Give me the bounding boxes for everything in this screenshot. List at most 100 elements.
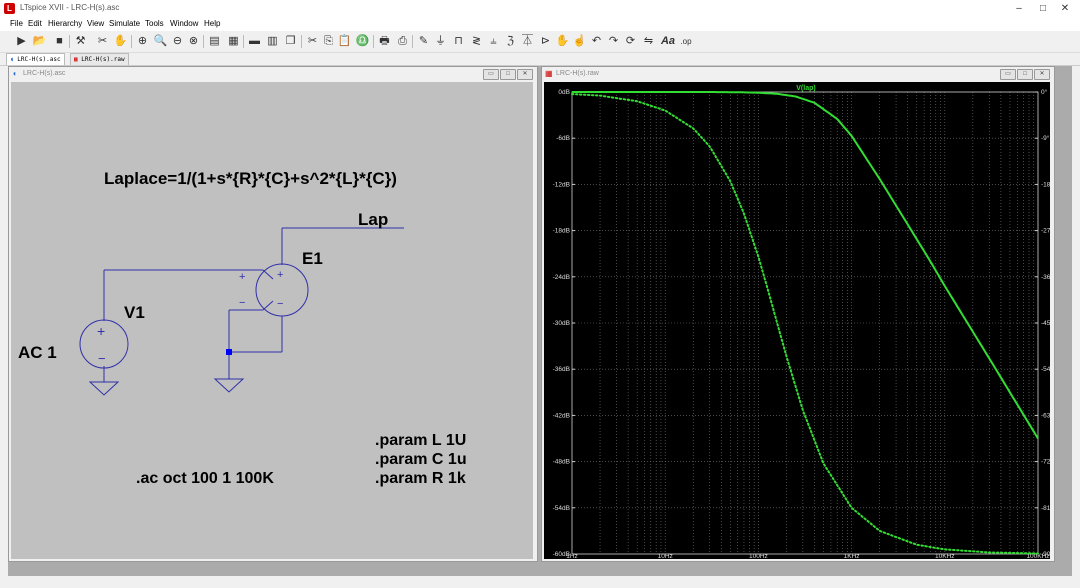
y2-tick-label: -81° bbox=[1041, 504, 1050, 512]
diode-icon[interactable]: ⏄ bbox=[520, 34, 535, 49]
open-icon[interactable]: 📂 bbox=[32, 34, 47, 49]
status-bar bbox=[0, 578, 1080, 588]
text-icon[interactable]: Aa bbox=[659, 34, 677, 49]
cascade-icon[interactable]: ❐ bbox=[283, 34, 298, 49]
schematic-window-titlebar: ◖ LRC-H(s).asc ▭ □ ✕ bbox=[9, 67, 537, 81]
cut-icon[interactable]: ✂ bbox=[305, 34, 320, 49]
laplace-expression[interactable]: Laplace=1/(1+s*{R}*{C}+s^2*{L}*{C}) bbox=[104, 169, 397, 188]
grid-icon[interactable]: ▦ bbox=[226, 34, 241, 49]
print-icon[interactable]: 🖶 bbox=[377, 34, 392, 49]
toolbar-separator bbox=[301, 35, 302, 48]
waveform-maximize-button[interactable]: □ bbox=[1017, 69, 1033, 80]
menu-view[interactable]: View bbox=[87, 19, 104, 28]
zoom-cancel-icon[interactable]: ⊗ bbox=[186, 34, 201, 49]
x-tick-label: 1Hz bbox=[566, 553, 578, 559]
menu-bar: File Edit Hierarchy View Simulate Tools … bbox=[0, 18, 1080, 31]
y-tick-label: -24dB bbox=[553, 274, 570, 281]
halt-icon[interactable]: ✂ bbox=[95, 34, 110, 49]
toolbar-separator bbox=[203, 35, 204, 48]
y-tick-label: -12dB bbox=[553, 181, 570, 188]
spice-directive-icon[interactable]: .op bbox=[678, 34, 694, 49]
menu-hierarchy[interactable]: Hierarchy bbox=[48, 19, 82, 28]
ground-symbol[interactable] bbox=[88, 381, 120, 396]
zoom-out-icon[interactable]: ⊖ bbox=[170, 34, 185, 49]
net-label-lap[interactable]: Lap bbox=[358, 210, 388, 229]
zoom-in-icon[interactable]: ⊕ bbox=[135, 34, 150, 49]
mdi-workspace: ◖ LRC-H(s).asc ▭ □ ✕ + − + − + − Laplace… bbox=[8, 66, 1072, 576]
minimize-button[interactable]: – bbox=[1006, 2, 1032, 16]
waveform-icon: ▦ bbox=[74, 56, 78, 63]
capacitor-icon[interactable]: ⫨ bbox=[486, 34, 501, 49]
inductor-icon[interactable]: ℨ bbox=[503, 34, 518, 49]
window-title: LTspice XVII - LRC-H(s).asc bbox=[20, 3, 120, 12]
menu-simulate[interactable]: Simulate bbox=[109, 19, 140, 28]
y-tick-label: -48dB bbox=[553, 459, 570, 466]
param-c-directive[interactable]: .param C 1u bbox=[375, 451, 467, 468]
ground-icon[interactable]: ⏚ bbox=[433, 34, 448, 49]
undo-icon[interactable]: ↶ bbox=[589, 34, 604, 49]
redo-icon[interactable]: ↷ bbox=[606, 34, 621, 49]
x-tick-label: 1KHz bbox=[844, 553, 860, 559]
tab-schematic[interactable]: ◖ LRC-H(s).asc bbox=[6, 53, 65, 65]
save-icon[interactable]: ■ bbox=[52, 34, 67, 49]
y2-tick-label: -72° bbox=[1041, 458, 1050, 466]
waveform-icon: ▦ bbox=[545, 69, 553, 78]
y-tick-label: -30dB bbox=[553, 320, 570, 327]
run-icon[interactable]: ▶ bbox=[14, 34, 29, 49]
x-tick-label: 10KHz bbox=[935, 553, 955, 559]
y-tick-label: 0dB bbox=[558, 89, 570, 96]
copy-icon[interactable]: ⎘ bbox=[321, 34, 336, 49]
v1-plus-mark: + bbox=[97, 323, 105, 339]
menu-file[interactable]: File bbox=[10, 19, 23, 28]
waveform-close-button[interactable]: ✕ bbox=[1034, 69, 1050, 80]
param-l-directive[interactable]: .param L 1U bbox=[375, 432, 466, 449]
mirror-icon[interactable]: ⇋ bbox=[641, 34, 656, 49]
tab-waveform[interactable]: ▦ LRC-H(s).raw bbox=[70, 53, 129, 65]
ac-analysis-directive[interactable]: .ac oct 100 1 100K bbox=[136, 470, 274, 487]
draw-wire-icon[interactable]: ✎ bbox=[416, 34, 431, 49]
trace-label-vlap[interactable]: V(lap) bbox=[796, 85, 815, 92]
component-icon[interactable]: ⊳ bbox=[538, 34, 553, 49]
param-r-directive[interactable]: .param R 1k bbox=[375, 470, 466, 487]
ground-symbol[interactable] bbox=[213, 378, 245, 393]
tile-horizontal-icon[interactable]: ▬ bbox=[247, 34, 262, 49]
plot-axes: 0dB -6dB -12dB -18dB -24dB -30dB -36dB -42dB -48… bbox=[553, 88, 1050, 559]
schematic-close-button[interactable]: ✕ bbox=[517, 69, 533, 80]
tile-vertical-icon[interactable]: ▥ bbox=[265, 34, 280, 49]
menu-tools[interactable]: Tools bbox=[145, 19, 164, 28]
paste-icon[interactable]: 📋 bbox=[337, 34, 352, 49]
toolbar-separator bbox=[373, 35, 374, 48]
junction-node[interactable] bbox=[226, 349, 232, 355]
move-icon[interactable]: ✋ bbox=[555, 34, 570, 49]
e1-plus-mark: + bbox=[277, 269, 283, 281]
waveform-minimize-button[interactable]: ▭ bbox=[1000, 69, 1016, 80]
v1-ac-value[interactable]: AC 1 bbox=[18, 343, 57, 362]
zoom-area-icon[interactable]: 🔍 bbox=[153, 34, 168, 49]
e1-label[interactable]: E1 bbox=[302, 249, 323, 268]
toolbar-separator bbox=[243, 35, 244, 48]
e1-input-plus-mark: + bbox=[239, 271, 245, 283]
schematic-maximize-button[interactable]: □ bbox=[500, 69, 516, 80]
find-icon[interactable]: ♎ bbox=[355, 34, 370, 49]
y2-tick-label: 0° bbox=[1041, 88, 1048, 96]
schematic-drawing: + − + − + − Laplace=1/(1+s*{R}*{C}+s^2*{… bbox=[18, 169, 467, 487]
pan-icon[interactable]: ✋ bbox=[113, 34, 128, 49]
toolbar-separator bbox=[412, 35, 413, 48]
menu-window[interactable]: Window bbox=[170, 19, 198, 28]
menu-edit[interactable]: Edit bbox=[28, 19, 42, 28]
resistor-icon[interactable]: ≷ bbox=[469, 34, 484, 49]
waveform-plot[interactable]: 0dB -6dB -12dB -18dB -24dB -30dB -36dB -42dB -48… bbox=[544, 82, 1050, 559]
schematic-canvas[interactable]: + − + − + − Laplace=1/(1+s*{R}*{C}+s^2*{… bbox=[11, 82, 533, 559]
control-panel-icon[interactable]: ⚒ bbox=[73, 34, 88, 49]
print-setup-icon[interactable]: ⎙ bbox=[395, 34, 410, 49]
autorange-icon[interactable]: ▤ bbox=[207, 34, 222, 49]
label-net-icon[interactable]: ⊓ bbox=[451, 34, 466, 49]
schematic-minimize-button[interactable]: ▭ bbox=[483, 69, 499, 80]
close-button[interactable]: ✕ bbox=[1052, 2, 1078, 16]
y-tick-label: -6dB bbox=[556, 135, 570, 142]
v1-label[interactable]: V1 bbox=[124, 303, 145, 322]
rotate-icon[interactable]: ⟳ bbox=[623, 34, 638, 49]
y-tick-label: -42dB bbox=[553, 412, 570, 419]
menu-help[interactable]: Help bbox=[204, 19, 220, 28]
drag-icon[interactable]: ☝ bbox=[572, 34, 587, 49]
